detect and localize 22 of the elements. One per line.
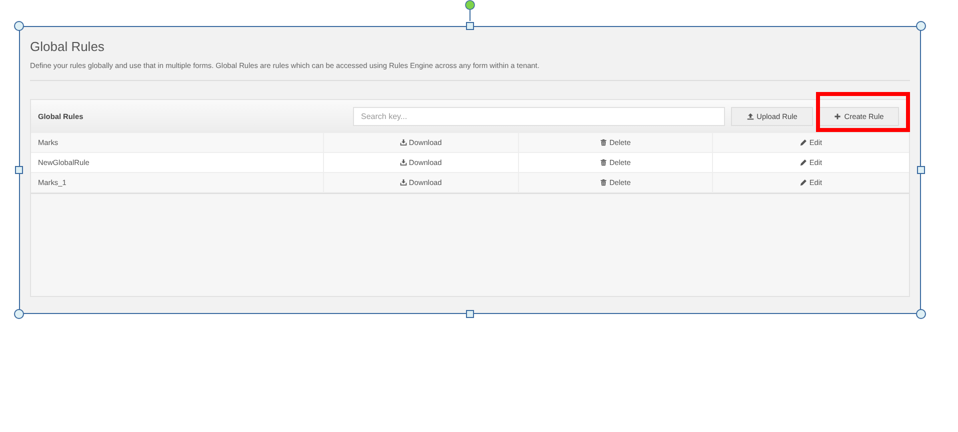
resize-handle[interactable] [916,309,926,319]
plus-icon [834,113,842,120]
upload-icon [746,113,754,120]
download-icon [400,139,407,146]
pencil-icon [800,139,808,146]
resize-handle[interactable] [916,21,926,31]
resize-handle[interactable] [14,309,24,319]
resize-handle[interactable] [466,310,474,318]
download-icon [400,159,407,166]
rotate-handle[interactable] [464,0,476,21]
pencil-icon [800,159,808,166]
page-title: Global Rules [30,39,106,55]
resize-handle[interactable] [14,21,24,31]
trash-icon [600,159,608,166]
resize-handle[interactable] [466,22,474,30]
search-field[interactable]: Search key... [353,107,725,126]
resize-handle[interactable] [15,166,23,174]
trash-icon [600,179,608,186]
trash-icon [600,139,608,146]
resize-handle[interactable] [917,166,925,174]
pencil-icon [800,179,808,186]
download-icon [400,179,407,186]
